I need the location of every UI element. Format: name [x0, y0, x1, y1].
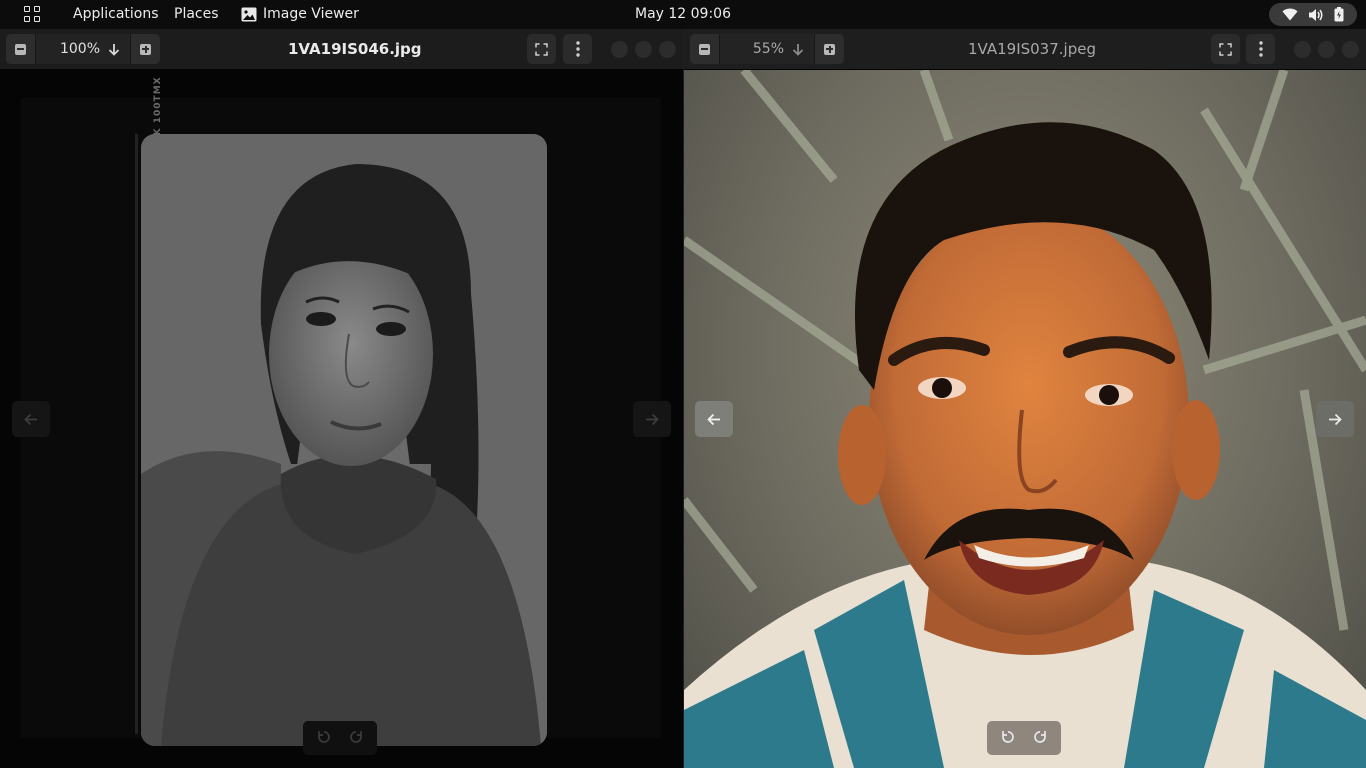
previous-image-button[interactable] — [12, 401, 50, 437]
kebab-menu-icon — [1258, 41, 1263, 57]
zoom-in-button[interactable] — [131, 34, 160, 64]
kebab-menu-icon — [575, 41, 580, 57]
photo-portrait-color — [684, 70, 1366, 768]
zoom-out-button[interactable] — [6, 34, 35, 64]
header-bar: 55% 1VA19IS037.jpeg — [684, 29, 1366, 70]
image-canvas: KODAK 100TMX 49 — [0, 70, 683, 768]
next-image-button[interactable] — [633, 401, 671, 437]
previous-image-button[interactable] — [695, 401, 733, 437]
image-viewer-window-left: 100% 1VA19IS046.jpg KODAK 100TMX 49 — [0, 29, 683, 768]
zoom-control: 100% — [6, 34, 160, 64]
app-grid-icon[interactable] — [24, 6, 42, 24]
arrow-left-icon — [707, 413, 720, 425]
zoom-out-button[interactable] — [690, 34, 719, 64]
minimize-button[interactable] — [1294, 41, 1311, 58]
app-name: Image Viewer — [263, 6, 359, 22]
arrow-right-icon — [1329, 413, 1342, 425]
battery-icon — [1334, 7, 1344, 22]
rotate-right-icon — [350, 730, 362, 743]
close-button[interactable] — [659, 41, 676, 58]
zoom-out-icon — [15, 43, 26, 55]
rotate-controls — [303, 721, 377, 755]
header-bar: 100% 1VA19IS046.jpg — [0, 29, 683, 70]
system-tray[interactable] — [1269, 3, 1357, 26]
rotate-controls — [987, 721, 1061, 755]
rotate-left-button[interactable] — [1001, 729, 1015, 748]
fullscreen-icon — [535, 42, 548, 56]
rotate-left-button[interactable] — [317, 729, 331, 748]
app-menu[interactable]: Image Viewer — [241, 6, 359, 22]
zoom-level-button[interactable]: 100% — [35, 34, 131, 64]
minimize-button[interactable] — [611, 41, 628, 58]
zoom-level-button[interactable]: 55% — [719, 34, 815, 64]
places-menu[interactable]: Places — [174, 6, 219, 22]
fullscreen-button[interactable] — [527, 34, 556, 64]
image-viewer-icon — [241, 7, 257, 21]
zoom-control: 55% — [690, 34, 844, 64]
rotate-left-icon — [318, 730, 330, 743]
rotate-left-icon — [1002, 730, 1014, 743]
volume-icon — [1308, 8, 1324, 22]
fullscreen-icon — [1219, 42, 1232, 56]
image-canvas — [684, 70, 1366, 768]
photo-portrait-bw: KODAK 100TMX 49 — [21, 76, 661, 746]
image-viewer-window-right: 55% 1VA19IS037.jpeg — [684, 29, 1366, 768]
window-title: 1VA19IS046.jpg — [288, 40, 422, 58]
close-button[interactable] — [1342, 41, 1359, 58]
arrow-left-icon — [24, 413, 37, 425]
rotate-right-icon — [1034, 730, 1046, 743]
clock[interactable]: May 12 09:06 — [635, 6, 731, 22]
applications-menu[interactable]: Applications — [73, 6, 159, 22]
maximize-button[interactable] — [1318, 41, 1335, 58]
menu-button[interactable] — [1246, 34, 1275, 64]
window-title: 1VA19IS037.jpeg — [968, 40, 1096, 58]
arrow-down-icon — [792, 43, 804, 56]
rotate-right-button[interactable] — [349, 729, 363, 748]
zoom-in-icon — [824, 43, 835, 55]
zoom-out-icon — [699, 43, 710, 55]
arrow-down-icon — [108, 43, 120, 56]
rotate-right-button[interactable] — [1033, 729, 1047, 748]
zoom-in-button[interactable] — [815, 34, 844, 64]
zoom-level: 55% — [752, 41, 784, 57]
fullscreen-button[interactable] — [1211, 34, 1240, 64]
zoom-level: 100% — [59, 41, 100, 57]
menu-button[interactable] — [563, 34, 592, 64]
wifi-icon — [1282, 8, 1298, 21]
next-image-button[interactable] — [1316, 401, 1354, 437]
zoom-in-icon — [140, 43, 151, 55]
maximize-button[interactable] — [635, 41, 652, 58]
top-panel: Applications Places Image Viewer May 12 … — [0, 0, 1366, 29]
arrow-right-icon — [646, 413, 659, 425]
